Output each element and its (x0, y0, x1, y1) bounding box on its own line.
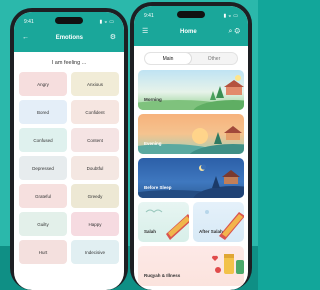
emotion-tile[interactable]: Bored (19, 100, 67, 124)
emotion-label: Confident (85, 109, 105, 115)
emotion-tile[interactable]: Confused (19, 128, 67, 152)
card-salah[interactable]: Salah (138, 202, 189, 242)
emotions-header: 9:41 ▮ ◒ ▭ ← Emotions ⚙ (14, 12, 124, 52)
emotion-tile[interactable]: Confident (71, 100, 119, 124)
battery-icon: ▭ (109, 19, 114, 25)
emotion-tile[interactable]: Happy (71, 212, 119, 236)
emotions-title-row: ← Emotions ⚙ (22, 34, 116, 41)
feeling-prompt: I am feeling ... (51, 60, 87, 66)
card-label: Ruqyah & Illness (144, 273, 181, 278)
card-ruqyah-illness[interactable]: Ruqyah & Illness (138, 246, 244, 286)
emotion-label: Depressed (32, 165, 54, 171)
search-icon[interactable]: ⌕ (228, 28, 232, 35)
morning-illustration (138, 75, 244, 110)
emotion-tile[interactable]: Greedy (71, 184, 119, 208)
back-icon[interactable]: ← (22, 34, 29, 41)
signal-icon: ▮ (99, 19, 103, 25)
emotion-label: Confused (33, 137, 53, 143)
emotion-tile[interactable]: Depressed (19, 156, 67, 180)
wifi-icon: ◒ (228, 13, 232, 19)
tab-other[interactable]: Other (191, 53, 237, 64)
page-title: Emotions (55, 34, 84, 41)
emotion-label: Happy (88, 221, 102, 227)
emotion-tile[interactable]: Indecisive (71, 240, 119, 264)
emotion-tile[interactable]: Guilty (19, 212, 67, 236)
phone-emotions: 9:41 ▮ ◒ ▭ ← Emotions ⚙ I am feeling ... A… (10, 8, 128, 290)
medicine-illustration (211, 254, 244, 274)
signal-icon: ▮ (223, 13, 227, 19)
status-icons: ▮ ◒ ▭ (97, 19, 114, 25)
emotion-label: Grateful (34, 193, 51, 199)
emotion-label: Greedy (87, 193, 103, 199)
home-title-row: ☰ Home ⌕ ⚙ (142, 28, 240, 35)
settings-icon[interactable]: ⚙ (110, 34, 116, 41)
status-time: 9:41 (24, 19, 34, 25)
card-morning[interactable]: Morning (138, 70, 244, 110)
card-before-sleep[interactable]: Before Sleep (138, 158, 244, 198)
emotion-tile[interactable]: Hurt (19, 240, 67, 264)
status-bar: 9:41 ▮ ◒ ▭ (144, 13, 238, 19)
card-label: Evening (144, 141, 162, 146)
emotion-label: Indecisive (84, 249, 105, 255)
menu-icon[interactable]: ☰ (142, 28, 148, 35)
emotion-label: Anxious (86, 81, 103, 87)
card-after-salah[interactable]: After Salah (193, 202, 244, 242)
emotion-label: Bored (36, 109, 49, 115)
emotion-tile[interactable]: Anxious (71, 72, 119, 96)
wifi-icon: ◒ (104, 19, 108, 25)
emotion-tile[interactable]: Angry (19, 72, 67, 96)
tab-main[interactable]: Main (145, 53, 191, 64)
emotion-tile[interactable]: Doubtful (71, 156, 119, 180)
card-label: Before Sleep (144, 185, 172, 190)
emotions-screen: 9:41 ▮ ◒ ▭ ← Emotions ⚙ I am feeling ... A… (14, 12, 124, 290)
emotion-label: Content (87, 137, 103, 143)
home-screen: 9:41 ▮ ◒ ▭ ☰ Home ⌕ ⚙ Main Other Morning… (134, 6, 248, 290)
card-evening[interactable]: Evening (138, 114, 244, 154)
battery-icon: ▭ (233, 13, 238, 19)
settings-icon[interactable]: ⚙ (234, 28, 240, 35)
prayer-mat-illustration (205, 210, 244, 240)
status-icons: ▮ ◒ ▭ (221, 13, 238, 19)
phone-home: 9:41 ▮ ◒ ▭ ☰ Home ⌕ ⚙ Main Other Morning… (130, 2, 252, 290)
main-other-toggle: Main Other (144, 52, 238, 65)
status-time: 9:41 (144, 13, 154, 19)
night-illustration (138, 164, 244, 198)
emotion-label: Angry (37, 81, 49, 87)
emotion-label: Hurt (38, 249, 48, 255)
emotion-label: Doubtful (86, 165, 104, 171)
emotion-grid: Angry Anxious Bored Confident Confused C… (14, 72, 124, 264)
card-label: Salah (144, 229, 157, 234)
emotion-tile[interactable]: Grateful (19, 184, 67, 208)
page-title: Home (180, 28, 197, 35)
emotion-tile[interactable]: Content (71, 128, 119, 152)
evening-illustration (138, 126, 244, 154)
home-header: 9:41 ▮ ◒ ▭ ☰ Home ⌕ ⚙ (134, 6, 248, 46)
salah-row: Salah After Salah (138, 202, 244, 242)
card-label: Morning (144, 97, 162, 102)
status-bar: 9:41 ▮ ◒ ▭ (24, 19, 114, 25)
emotion-label: Guilty (37, 221, 49, 227)
header-actions: ⌕ ⚙ (228, 28, 240, 35)
prayer-mat-illustration (145, 209, 189, 240)
card-label: After Salah (199, 229, 223, 234)
